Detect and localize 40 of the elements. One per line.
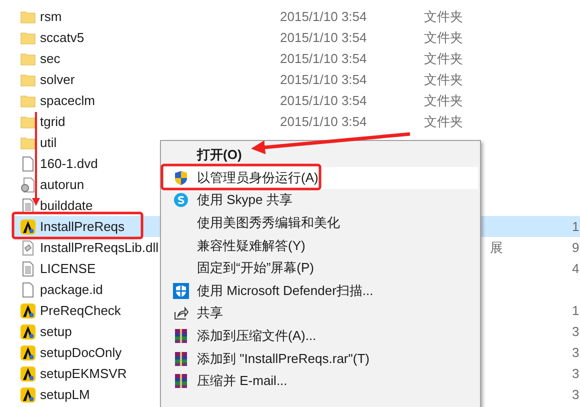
file-type: 文件夹: [424, 28, 463, 46]
file-name: builddate: [40, 198, 93, 213]
file-name: PreReqCheck: [40, 303, 121, 318]
file-name: LICENSE: [40, 261, 96, 276]
file-date: 2015/1/10 3:54: [280, 9, 367, 24]
file-size: 3: [572, 345, 580, 360]
file-name: solver: [40, 72, 75, 87]
file-name: sccatv5: [40, 30, 84, 45]
file-name: setupLM: [40, 387, 90, 402]
file-type: 文件夹: [424, 50, 463, 68]
file-name: setupDocOnly: [40, 345, 122, 360]
file-name: sec: [40, 51, 60, 66]
file-size: 4: [572, 261, 580, 276]
file-size: 3: [572, 366, 580, 381]
file-size: 1: [572, 303, 580, 318]
file-size: 3: [572, 387, 580, 402]
file-name: spaceclm: [40, 93, 95, 108]
file-date: 2015/1/10 3:54: [280, 114, 367, 129]
file-type: 文件夹: [424, 92, 463, 110]
file-name: package.id: [40, 282, 103, 297]
file-name: setupEKMSVR: [40, 366, 127, 381]
file-type: 文件夹: [424, 70, 463, 88]
file-name: util: [40, 135, 57, 150]
file-size: 3: [572, 324, 580, 339]
file-type: 文件夹: [424, 112, 463, 130]
file-date: 2015/1/10 3:54: [280, 72, 367, 87]
file-size: 9: [572, 240, 580, 255]
file-name: autorun: [40, 177, 84, 192]
file-name: tgrid: [40, 114, 66, 129]
file-name: InstallPreReqs: [40, 219, 125, 234]
file-type: 文件夹: [424, 8, 463, 26]
file-name: InstallPreReqsLib.dll: [40, 240, 159, 255]
file-name: 160-1.dvd: [40, 156, 98, 171]
file-size: 1: [572, 219, 580, 234]
file-name: setup: [40, 324, 72, 339]
file-date: 2015/1/10 3:54: [280, 51, 367, 66]
file-type: 展: [490, 238, 503, 256]
file-date: 2015/1/10 3:54: [280, 93, 367, 108]
file-date: 2015/1/10 3:54: [280, 30, 367, 45]
file-name: rsm: [40, 9, 62, 24]
